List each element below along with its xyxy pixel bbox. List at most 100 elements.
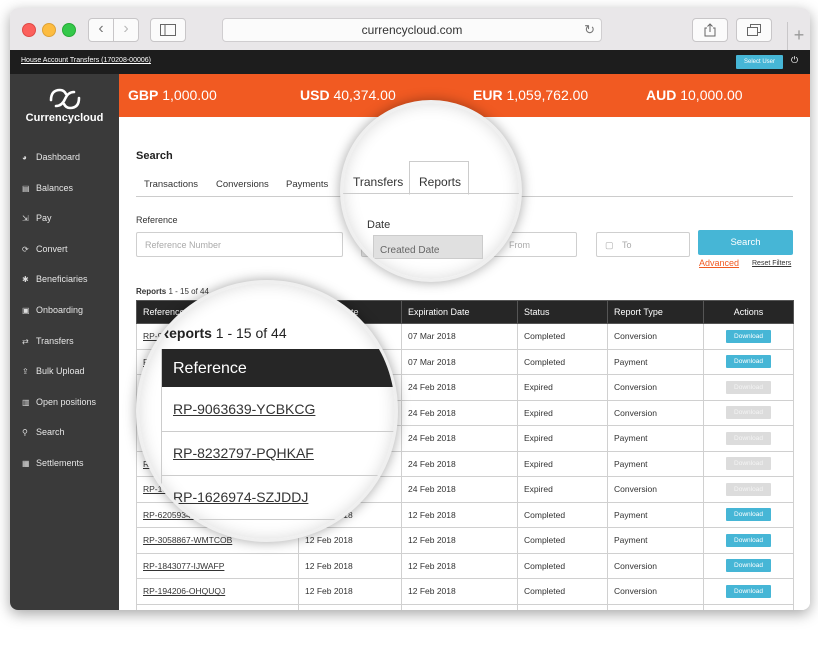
column-header[interactable]: Report Type [607, 300, 704, 324]
search-icon: ⚲ [22, 428, 28, 438]
cell-type: Payment [607, 501, 704, 528]
column-header[interactable]: Status [517, 300, 608, 324]
reference-link[interactable]: RP-1843077-IJWAFP [136, 552, 299, 579]
new-tab-button[interactable]: + [787, 22, 810, 50]
zoom-reference-link[interactable]: RP-9063639-YCBKCG [173, 401, 315, 417]
balances-icon: ▤ [22, 183, 30, 193]
cell-actions: Download [703, 501, 794, 528]
balance-amount: 10,000.00 [680, 87, 743, 103]
cell-type: Payment [607, 425, 704, 452]
cell-actions: Download [703, 527, 794, 554]
sidebar-toggle-button[interactable] [150, 18, 186, 42]
cell-type: Payment [607, 603, 704, 610]
cell-expires: 07 Mar 2018 [401, 348, 518, 375]
tabs-icon [747, 24, 761, 36]
sidebar-item-transfers[interactable]: ⇄ Transfers [22, 336, 74, 346]
cell-expires: 24 Feb 2018 [401, 399, 518, 426]
cell-type: Conversion [607, 578, 704, 605]
reference-link[interactable]: RP-194206-OHQUQJ [136, 578, 299, 605]
sidebar-item-convert[interactable]: ⟳ Convert [22, 244, 68, 254]
reload-icon[interactable]: ↻ [584, 19, 595, 41]
transfers-icon: ⇄ [22, 336, 29, 346]
account-link[interactable]: House Account Transfers (170208-00006) [21, 57, 151, 64]
reference-link[interactable]: RP-5089145-DYASWN [136, 603, 299, 610]
address-bar[interactable]: currencycloud.com ↻ [222, 18, 602, 42]
cell-expires: 12 Feb 2018 [401, 578, 518, 605]
cell-type: Conversion [607, 476, 704, 503]
reference-input[interactable]: Reference Number [136, 232, 343, 257]
tabs-button[interactable] [736, 18, 772, 42]
sidebar-item-dashboard[interactable]: ◕ Dashboard [22, 152, 80, 162]
balance-aud: AUD 10,000.00 [646, 87, 743, 103]
cell-actions: Download [703, 348, 794, 375]
zoom-date-type-select[interactable]: Created Date [373, 235, 483, 259]
power-icon[interactable]: ⏻ [791, 55, 798, 66]
sidebar-item-label: Search [36, 427, 65, 438]
settlements-icon: ▦ [22, 459, 30, 468]
cell-expires: 29 Jan 2018 [401, 603, 518, 610]
sidebar-item-bulk-upload[interactable]: ⇪ Bulk Upload [22, 366, 85, 376]
cell-status: Completed [517, 323, 608, 350]
convert-icon: ⟳ [22, 244, 29, 254]
download-button: Download [726, 482, 771, 496]
to-date-input[interactable]: ▢ To [596, 232, 690, 257]
sidebar-item-settlements[interactable]: ▦ Settlements [22, 458, 84, 468]
cell-type: Conversion [607, 323, 704, 350]
sidebar-item-onboarding[interactable]: ▣ Onboarding [22, 305, 83, 315]
from-placeholder: From [509, 240, 531, 250]
sidebar-item-label: Dashboard [36, 152, 81, 162]
zoom-tab-reports-active[interactable]: Reports [409, 161, 469, 195]
download-button[interactable]: Download [726, 329, 771, 343]
balance-currency: GBP [128, 87, 159, 103]
sidebar-item-balances[interactable]: ▤ Balances [22, 183, 73, 193]
cell-created: 12 Feb 2018 [298, 578, 402, 605]
zoom-table-row: RP-1626974-SZJDDJ [161, 475, 395, 520]
download-button[interactable]: Download [726, 355, 771, 369]
cell-type: Conversion [607, 399, 704, 426]
balance-usd: USD 40,374.00 [300, 87, 396, 103]
maximize-window-button[interactable] [62, 23, 76, 37]
table-row: RP-194206-OHQUQJ 12 Feb 2018 12 Feb 2018 Co… [136, 578, 794, 605]
forward-button[interactable]: › [113, 18, 139, 42]
zoom-tab-reports-label: Reports [419, 175, 462, 189]
cell-type: Payment [607, 450, 704, 477]
sidebar-item-label: Transfers [36, 335, 74, 346]
balance-amount: 1,059,762.00 [506, 87, 589, 103]
advanced-link[interactable]: Advanced [699, 258, 739, 268]
download-button[interactable]: Download [726, 533, 771, 547]
download-button[interactable]: Download [726, 559, 771, 573]
cell-status: Completed [517, 348, 608, 375]
select-user-button[interactable]: Select User [736, 55, 783, 69]
cell-actions: Download [703, 578, 794, 605]
cell-status: Completed [517, 603, 608, 610]
column-header[interactable]: Expiration Date [401, 300, 518, 324]
share-button[interactable] [692, 18, 728, 42]
sidebar-item-pay[interactable]: ⇲ Pay [22, 213, 52, 223]
column-header[interactable]: Actions [703, 300, 794, 324]
zoom-reference-link[interactable]: RP-1626974-SZJDDJ [173, 489, 308, 505]
cell-expires: 07 Mar 2018 [401, 323, 518, 350]
cell-actions: Download [703, 323, 794, 350]
search-button[interactable]: Search [698, 230, 793, 255]
balance-amount: 40,374.00 [333, 87, 396, 103]
cell-expires: 12 Feb 2018 [401, 501, 518, 528]
tab-payments[interactable]: Payments [286, 179, 328, 190]
cell-type: Payment [607, 527, 704, 554]
back-button[interactable]: ‹ [88, 18, 114, 42]
zoom-reference-link[interactable]: RP-8232797-PQHKAF [173, 445, 314, 461]
results-count: Reports 1 - 15 of 44 [136, 287, 209, 296]
download-button[interactable]: Download [726, 584, 771, 598]
sidebar-item-beneficiaries[interactable]: ✱ Beneficiaries [22, 274, 88, 284]
reset-filters-link[interactable]: Reset Filters [752, 260, 791, 267]
close-window-button[interactable] [22, 23, 36, 37]
sidebar-item-search[interactable]: ⚲ Search [22, 427, 65, 437]
browser-window: ‹ › currencycloud.com ↻ + House Account … [10, 8, 810, 610]
zoom-tab-transfers[interactable]: Transfers [353, 175, 403, 189]
sidebar-item-open-positions[interactable]: ▥ Open positions [22, 397, 96, 407]
minimize-window-button[interactable] [42, 23, 56, 37]
balance-amount: 1,000.00 [162, 87, 217, 103]
cell-status: Completed [517, 578, 608, 605]
download-button[interactable]: Download [726, 508, 771, 522]
tab-conversions[interactable]: Conversions [216, 179, 269, 190]
tab-transactions[interactable]: Transactions [144, 179, 198, 190]
